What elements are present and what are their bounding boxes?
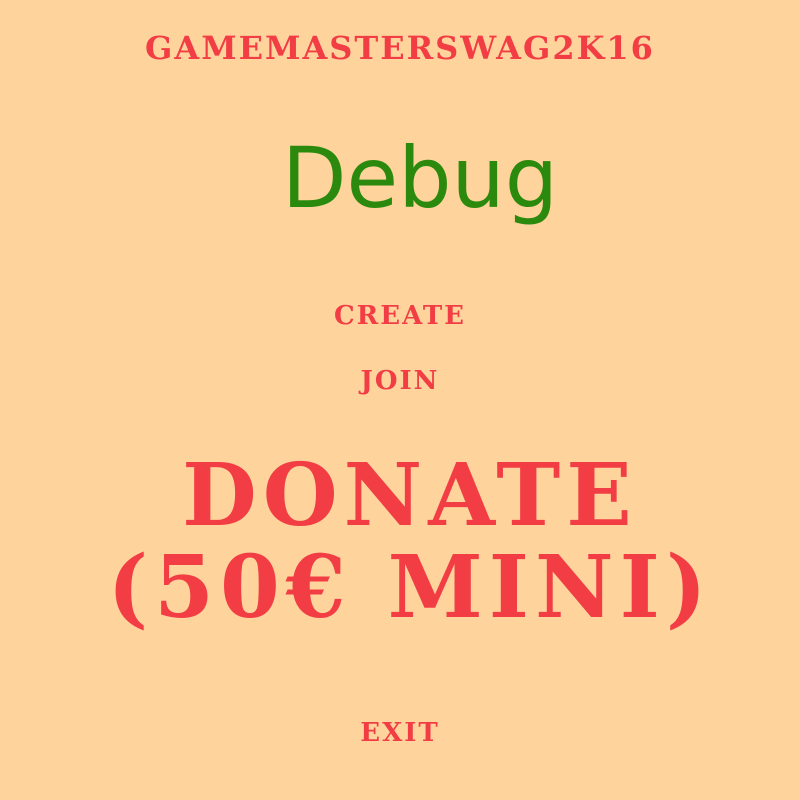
player-name-title: GAMEMASTERSWAG2K16 [145, 29, 655, 67]
exit-button[interactable]: EXIT [0, 720, 800, 746]
debug-mode-label: Debug [281, 129, 559, 227]
join-button[interactable]: JOIN [0, 368, 800, 394]
donate-button[interactable]: DONATE (50€ MINI) [60, 450, 760, 634]
create-button[interactable]: CREATE [0, 303, 800, 329]
